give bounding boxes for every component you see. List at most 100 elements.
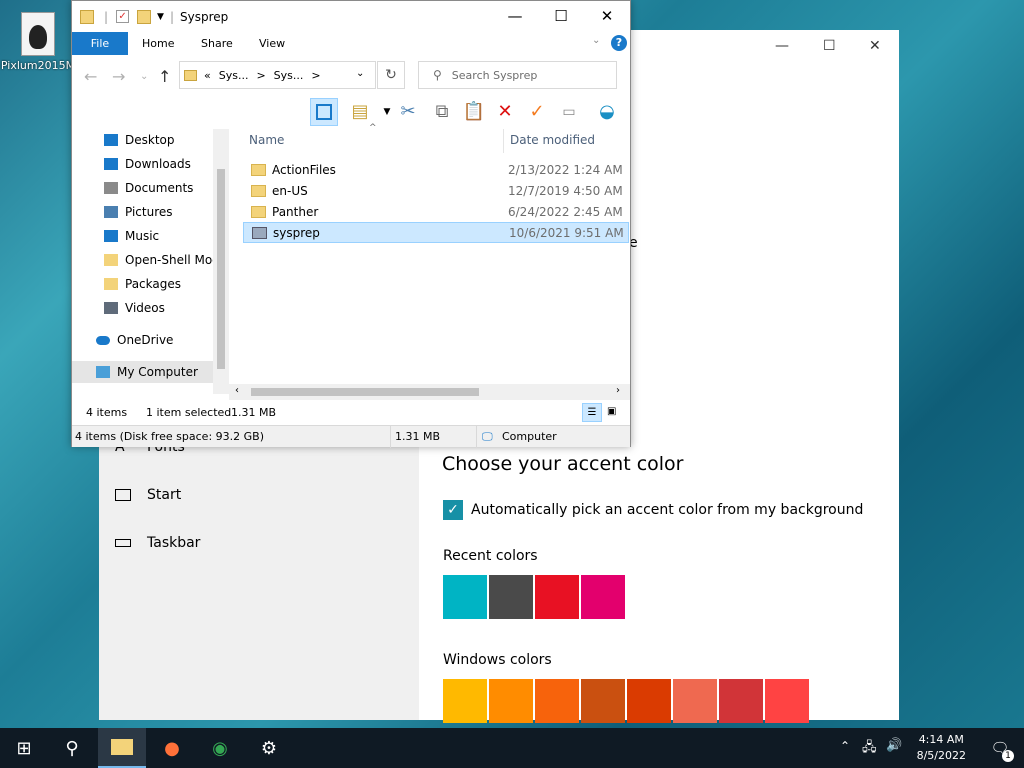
- title-bar: | ✓ ▼ | Sysprep — ☐ ✕: [72, 1, 630, 32]
- firefox-icon: ●: [164, 737, 180, 759]
- recent-color-swatch[interactable]: [489, 575, 533, 619]
- paste-icon[interactable]: 📋: [460, 98, 488, 126]
- checkmark-icon[interactable]: ✓: [523, 98, 551, 126]
- windows-color-swatch[interactable]: [489, 679, 533, 723]
- navigation-pane: Desktop📌Downloads📌Documents📌Pictures📌 Mus…: [72, 129, 229, 394]
- volume-icon[interactable]: 🔊: [886, 738, 902, 753]
- windows-color-swatch[interactable]: [581, 679, 625, 723]
- back-arrow-icon[interactable]: ←: [84, 67, 97, 86]
- folder-options-icon[interactable]: ▤: [346, 98, 374, 126]
- up-arrow-icon[interactable]: ↑: [158, 67, 171, 86]
- shell-icon[interactable]: ◒: [593, 98, 621, 126]
- windows-color-swatch[interactable]: [535, 679, 579, 723]
- windows-color-swatch[interactable]: [765, 679, 809, 723]
- chevron-down-icon[interactable]: ▼: [157, 12, 164, 22]
- nav-item-onedrive[interactable]: OneDrive: [96, 329, 221, 351]
- address-bar[interactable]: « Sys... > Sys... > ⌄: [179, 61, 376, 89]
- tab-view[interactable]: View: [245, 32, 299, 55]
- column-header-date[interactable]: Date modified: [510, 133, 595, 147]
- search-input[interactable]: ⚲ Search Sysprep: [418, 61, 617, 89]
- windows-color-swatch[interactable]: [627, 679, 671, 723]
- network-icon[interactable]: 🖧: [862, 738, 877, 760]
- cut-icon[interactable]: ✂: [394, 98, 422, 126]
- column-header-name[interactable]: Name: [249, 133, 284, 147]
- taskbar-chrome[interactable]: ◉: [196, 728, 244, 768]
- scroll-left-icon[interactable]: ‹: [235, 385, 239, 396]
- scrollbar-thumb[interactable]: [251, 388, 479, 396]
- windows-color-swatch[interactable]: [719, 679, 763, 723]
- tab-file[interactable]: File: [72, 32, 128, 55]
- tab-home[interactable]: Home: [128, 32, 188, 55]
- nav-scrollbar[interactable]: [213, 129, 229, 394]
- nav-item-start[interactable]: Start: [115, 487, 181, 503]
- scrollbar-thumb[interactable]: [217, 169, 225, 369]
- chevron-up-icon[interactable]: ⌃: [840, 739, 850, 753]
- file-date: 12/7/2019 4:50 AM: [508, 183, 623, 198]
- chevron-down-icon[interactable]: ⌄: [140, 71, 148, 82]
- search-button[interactable]: ⚲: [48, 728, 96, 768]
- breadcrumb-item[interactable]: Sys...: [274, 69, 304, 82]
- new-folder-icon[interactable]: [137, 9, 152, 24]
- rename-icon[interactable]: ▭: [555, 98, 583, 126]
- file-row-panther[interactable]: Panther 6/24/2022 2:45 AM: [243, 201, 629, 222]
- tab-share[interactable]: Share: [187, 32, 247, 55]
- notifications-button[interactable]: 🗨 1: [976, 728, 1024, 768]
- close-button[interactable]: ✕: [584, 1, 630, 32]
- nav-item-taskbar[interactable]: Taskbar: [115, 535, 200, 551]
- breadcrumb-separator[interactable]: >: [311, 69, 320, 82]
- nav-item-open-shell-mod[interactable]: Open-Shell Mod: [104, 249, 229, 271]
- app-icon: [21, 12, 55, 56]
- preview-pane-icon[interactable]: [310, 98, 338, 126]
- file-row-en-us[interactable]: en-US 12/7/2019 4:50 AM: [243, 180, 629, 201]
- file-explorer-window: | ✓ ▼ | Sysprep — ☐ ✕ File Home Share Vi…: [71, 0, 631, 448]
- windows-color-swatch[interactable]: [443, 679, 487, 723]
- help-icon[interactable]: ?: [611, 35, 627, 51]
- file-row-sysprep[interactable]: sysprep 10/6/2021 9:51 AM: [243, 222, 629, 243]
- file-row-actionfiles[interactable]: ActionFiles 2/13/2022 1:24 AM: [243, 159, 629, 180]
- accent-color-title: Choose your accent color: [442, 453, 684, 475]
- divider: [390, 426, 391, 448]
- maximize-button[interactable]: ☐: [823, 38, 836, 54]
- taskbar-firefox[interactable]: ●: [148, 728, 196, 768]
- clock[interactable]: 4:14 AM 8/5/2022: [917, 732, 966, 764]
- scroll-right-icon[interactable]: ›: [616, 385, 620, 396]
- videos-icon: [104, 302, 118, 314]
- breadcrumb-separator[interactable]: >: [256, 69, 265, 82]
- recent-color-swatch[interactable]: [443, 575, 487, 619]
- chevron-down-icon[interactable]: ⌄: [592, 35, 600, 46]
- nav-item-desktop[interactable]: Desktop📌: [104, 129, 229, 151]
- horizontal-scrollbar[interactable]: ‹ ›: [229, 384, 630, 400]
- delete-icon[interactable]: ✕: [491, 98, 519, 126]
- disk-info: 4 items (Disk free space: 93.2 GB): [75, 430, 264, 443]
- minimize-button[interactable]: —: [492, 1, 538, 32]
- breadcrumb-item[interactable]: Sys...: [219, 69, 249, 82]
- nav-item-packages[interactable]: Packages: [104, 273, 229, 295]
- breadcrumb-overflow[interactable]: «: [204, 69, 211, 82]
- nav-item-downloads[interactable]: Downloads📌: [104, 153, 229, 175]
- refresh-button[interactable]: ↻: [377, 61, 405, 89]
- nav-item-my-computer[interactable]: My Computer: [72, 361, 213, 383]
- taskbar-settings[interactable]: ⚙: [245, 728, 293, 768]
- close-button[interactable]: ✕: [869, 38, 881, 54]
- minimize-button[interactable]: —: [775, 38, 789, 54]
- large-icons-view-icon[interactable]: ▣: [607, 406, 616, 417]
- desktop-icon-pixlum[interactable]: Pixlum2015M: [0, 8, 76, 72]
- properties-icon[interactable]: ✓: [116, 10, 130, 23]
- start-button[interactable]: ⊞: [0, 728, 48, 768]
- maximize-button[interactable]: ☐: [538, 1, 584, 32]
- taskbar-explorer[interactable]: [98, 728, 146, 768]
- music-icon: [104, 230, 118, 242]
- forward-arrow-icon[interactable]: →: [112, 67, 125, 86]
- recent-color-swatch[interactable]: [535, 575, 579, 619]
- windows-color-swatch[interactable]: [673, 679, 717, 723]
- chevron-down-icon[interactable]: ⌄: [356, 68, 364, 79]
- details-view-icon[interactable]: ☰: [582, 403, 602, 422]
- recent-color-swatch[interactable]: [581, 575, 625, 619]
- nav-item-music[interactable]: Music: [104, 225, 229, 247]
- auto-accent-checkbox[interactable]: ✓ Automatically pick an accent color fro…: [443, 500, 863, 520]
- nav-item-videos[interactable]: Videos: [104, 297, 229, 319]
- windows-colors: [443, 679, 809, 723]
- nav-item-documents[interactable]: Documents📌: [104, 177, 229, 199]
- copy-icon[interactable]: ⧉: [428, 98, 456, 126]
- nav-item-pictures[interactable]: Pictures📌: [104, 201, 229, 223]
